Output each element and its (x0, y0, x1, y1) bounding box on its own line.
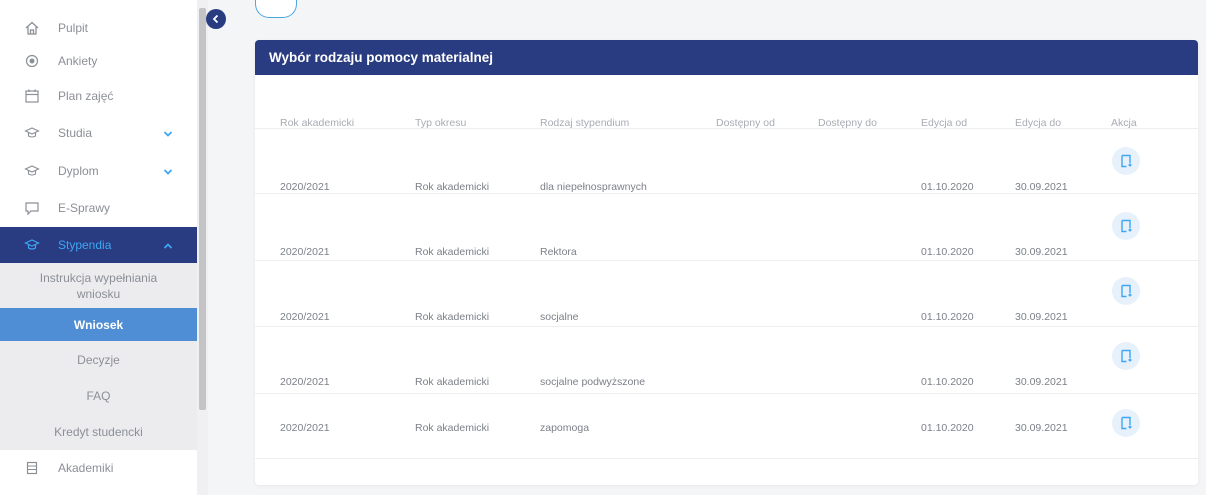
chevron-up-icon (163, 239, 173, 253)
sidebar-item-plan-zajec[interactable]: Plan zajęć (0, 78, 197, 114)
cell-edycja-do: 30.09.2021 (1015, 376, 1068, 388)
subitem-label: Decyzje (77, 352, 120, 367)
cell-typ: Rok akademicki (415, 422, 490, 434)
graduation-cap-icon (22, 123, 42, 143)
sidebar: Pulpit Ankiety Plan zajęć Studia Dyplom (0, 0, 197, 495)
sidebar-item-label: Ankiety (58, 54, 98, 68)
top-button-partial[interactable] (255, 0, 297, 18)
edit-button[interactable] (1112, 212, 1140, 240)
cell-rodzaj: Rektora (540, 246, 577, 258)
cell-rodzaj: socjalne (540, 311, 579, 323)
subitem-label: FAQ (86, 389, 111, 403)
calendar-icon (22, 86, 42, 106)
edit-document-icon (1120, 349, 1132, 363)
cell-edycja-do: 30.09.2021 (1015, 311, 1068, 323)
card-title: Wybór rodzaju pomocy materialnej (255, 40, 1198, 75)
cell-rodzaj: zapomoga (540, 422, 590, 434)
row-divider (255, 458, 1198, 459)
sidebar-item-label: Studia (58, 126, 93, 140)
sidebar-item-studia[interactable]: Studia (0, 115, 197, 151)
edit-document-icon (1120, 284, 1132, 298)
sidebar-item-ankiety[interactable]: Ankiety (0, 43, 197, 79)
cell-rok: 2020/2021 (280, 181, 330, 193)
sidebar-item-e-sprawy[interactable]: E-Sprawy (0, 190, 197, 226)
home-icon (22, 18, 42, 38)
edit-document-icon (1120, 219, 1132, 233)
chevron-left-icon (212, 14, 220, 24)
cell-edycja-od: 01.10.2020 (921, 246, 974, 258)
graduation-cap-icon (22, 235, 42, 255)
cell-edycja-od: 01.10.2020 (921, 181, 974, 193)
cell-typ: Rok akademicki (415, 311, 490, 323)
row-divider (255, 260, 1198, 261)
subitem-faq[interactable]: FAQ (0, 378, 197, 414)
row-divider (255, 326, 1198, 327)
subitem-label: Kredyt studencki (54, 425, 143, 439)
sidebar-item-label: Pulpit (58, 21, 89, 35)
cell-edycja-od: 01.10.2020 (921, 422, 974, 434)
collapse-sidebar-button[interactable] (206, 9, 226, 29)
subitem-decyzje[interactable]: Decyzje (0, 341, 197, 378)
cell-rok: 2020/2021 (280, 246, 330, 258)
sidebar-item-label: Stypendia (58, 238, 112, 252)
sidebar-item-label: Plan zajęć (58, 89, 114, 103)
sidebar-item-dyplom[interactable]: Dyplom (0, 153, 197, 189)
cell-rodzaj: socjalne podwyższone (540, 376, 646, 388)
building-icon (22, 458, 42, 478)
cell-rodzaj: dla niepełnosprawnych (540, 181, 647, 193)
edit-button[interactable] (1112, 277, 1140, 305)
chat-icon (22, 198, 42, 218)
chevron-down-icon (163, 127, 173, 141)
graduation-cap-icon (22, 161, 42, 181)
edit-button[interactable] (1112, 342, 1140, 370)
edit-document-icon (1120, 154, 1132, 168)
sidebar-item-label: Akademiki (58, 461, 114, 475)
row-divider (255, 193, 1198, 194)
subitem-kredyt-studencki[interactable]: Kredyt studencki (0, 414, 197, 450)
radio-icon (22, 51, 42, 71)
cell-rok: 2020/2021 (280, 376, 330, 388)
cell-edycja-od: 01.10.2020 (921, 376, 974, 388)
subitem-label: Instrukcja wypełniania wniosku (39, 270, 158, 301)
cell-edycja-do: 30.09.2021 (1015, 181, 1068, 193)
subitem-label: Wniosek (73, 317, 124, 332)
cell-edycja-do: 30.09.2021 (1015, 246, 1068, 258)
cell-rok: 2020/2021 (280, 311, 330, 323)
sidebar-item-stypendia[interactable]: Stypendia (0, 227, 197, 263)
subitem-instrukcja[interactable]: Instrukcja wypełniania wniosku (0, 263, 197, 308)
cell-typ: Rok akademicki (415, 181, 490, 193)
sidebar-item-akademiki[interactable]: Akademiki (0, 450, 197, 486)
row-divider (255, 393, 1198, 394)
cell-edycja-od: 01.10.2020 (921, 311, 974, 323)
row-divider (255, 128, 1198, 129)
edit-document-icon (1120, 416, 1132, 430)
cell-typ: Rok akademicki (415, 376, 490, 388)
sidebar-item-pulpit[interactable]: Pulpit (0, 10, 197, 46)
cell-edycja-do: 30.09.2021 (1015, 422, 1068, 434)
cell-typ: Rok akademicki (415, 246, 490, 258)
edit-button[interactable] (1112, 147, 1140, 175)
chevron-down-icon (163, 165, 173, 179)
sidebar-item-label: E-Sprawy (58, 201, 111, 215)
edit-button[interactable] (1112, 409, 1140, 437)
subitem-wniosek[interactable]: Wniosek (0, 308, 197, 341)
scrollbar-thumb[interactable] (199, 8, 206, 410)
sidebar-item-label: Dyplom (58, 164, 99, 178)
cell-rok: 2020/2021 (280, 422, 330, 434)
aid-type-card: Wybór rodzaju pomocy materialnej Rok aka… (255, 40, 1198, 485)
